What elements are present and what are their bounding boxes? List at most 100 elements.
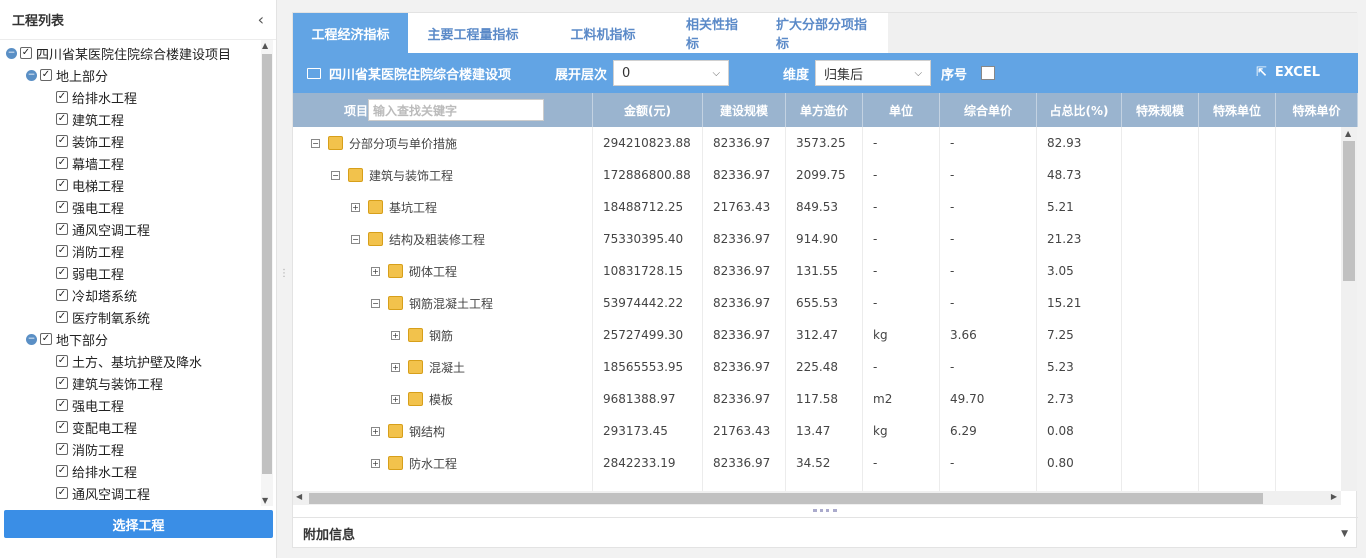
column-header[interactable]: 建设规模 xyxy=(703,93,786,127)
expand-icon[interactable]: + xyxy=(391,330,400,340)
tree-node[interactable]: ✓ 建筑工程 xyxy=(46,108,124,130)
grid-hscroll-thumb[interactable] xyxy=(309,493,1263,504)
tree-node[interactable]: ✓ 给排水工程 xyxy=(46,460,137,482)
grid-vscroll-thumb[interactable] xyxy=(1343,141,1355,281)
tree-scrollbar[interactable]: ▲ ▼ xyxy=(261,40,273,506)
expand-icon[interactable]: + xyxy=(391,394,400,404)
column-header[interactable]: 单位 xyxy=(863,93,940,127)
expand-icon[interactable]: + xyxy=(371,458,380,468)
tree-node[interactable]: ✓ 通风空调工程 xyxy=(46,482,150,504)
panel-splitter[interactable]: ⋮ xyxy=(279,268,289,279)
column-header[interactable]: 特殊规模 xyxy=(1122,93,1199,127)
tab-1[interactable]: 主要工程量指标 xyxy=(408,13,538,53)
tree-node[interactable]: ✓ 建筑与装饰工程 xyxy=(46,372,163,394)
tree-node-checkbox[interactable]: ✓ xyxy=(56,179,68,191)
collapse-icon[interactable]: − xyxy=(311,138,320,148)
tree-node[interactable]: ✓ 医疗制氧系统 xyxy=(46,306,150,328)
column-header[interactable]: 金额(元) xyxy=(593,93,703,127)
tree-node[interactable]: ✓ 装饰工程 xyxy=(46,130,124,152)
tree-node-checkbox[interactable]: ✓ xyxy=(40,333,52,345)
chevron-left-icon[interactable]: ‹ xyxy=(258,10,264,29)
tree-node[interactable]: − ✓ 地上部分 xyxy=(26,64,108,86)
grid-horizontal-scrollbar[interactable]: ◀ ▶ xyxy=(293,491,1341,505)
tree-node-checkbox[interactable]: ✓ xyxy=(56,135,68,147)
table-row[interactable]: − 钢筋混凝土工程 53974442.22 82336.97 655.53- -15.21 xyxy=(293,287,1341,319)
table-row[interactable]: + 模板 9681388.97 82336.97 117.58 m2 49.70 2.73 xyxy=(293,383,1341,415)
select-project-button[interactable]: 选择工程 xyxy=(4,510,273,538)
column-header[interactable]: 综合单价 xyxy=(940,93,1037,127)
extra-info-bar[interactable]: 附加信息 ▼ xyxy=(293,517,1358,549)
scroll-up-icon[interactable]: ▲ xyxy=(262,41,268,50)
tree-toggle-icon[interactable]: − xyxy=(6,47,17,59)
tree-node[interactable]: ✓ 冷却塔系统 xyxy=(46,284,137,306)
tree-node-checkbox[interactable]: ✓ xyxy=(20,47,32,59)
tree-toggle-icon[interactable]: − xyxy=(26,333,37,345)
tree-node[interactable]: ✓ 土方、基坑护壁及降水 xyxy=(46,350,202,372)
table-row[interactable]: + 砌体工程 10831728.15 82336.97 131.55- -3.05 xyxy=(293,255,1341,287)
tree-node-checkbox[interactable]: ✓ xyxy=(56,465,68,477)
tree-node[interactable]: ✓ 强电工程 xyxy=(46,196,124,218)
tree-node-checkbox[interactable]: ✓ xyxy=(56,421,68,433)
tree-node-checkbox[interactable]: ✓ xyxy=(56,113,68,125)
column-header[interactable]: 特殊单价 xyxy=(1276,93,1358,127)
collapse-icon[interactable]: − xyxy=(351,234,360,244)
tree-node-checkbox[interactable]: ✓ xyxy=(56,289,68,301)
scroll-up-icon[interactable]: ▲ xyxy=(1345,129,1351,138)
caret-down-icon[interactable]: ▼ xyxy=(1341,529,1348,539)
table-row[interactable]: + 钢筋 25727499.30 82336.97 312.47 kg 3.66 7.25 xyxy=(293,319,1341,351)
tree-node[interactable]: ✓ 消防工程 xyxy=(46,240,124,262)
tree-toggle-icon[interactable]: − xyxy=(26,69,37,81)
scroll-down-icon[interactable]: ▼ xyxy=(262,496,268,505)
table-row[interactable]: + 基坑工程 18488712.25 21763.43 849.53- -5.21 xyxy=(293,191,1341,223)
tree-node[interactable]: − ✓ 地下部分 xyxy=(26,328,108,350)
collapse-icon[interactable]: − xyxy=(371,298,380,308)
column-header[interactable]: 特殊单位 xyxy=(1199,93,1276,127)
tree-node[interactable]: ✓ 变配电工程 xyxy=(46,416,137,438)
tree-node[interactable]: ✓ 消防工程 xyxy=(46,438,124,460)
tree-node[interactable]: ✓ 通风空调工程 xyxy=(46,218,150,240)
table-row[interactable]: + 混凝土 18565553.95 82336.97 225.48- -5.23 xyxy=(293,351,1341,383)
tree-node[interactable]: ✓ 给排水工程 xyxy=(46,86,137,108)
tree-node-checkbox[interactable]: ✓ xyxy=(56,157,68,169)
tree-node-checkbox[interactable]: ✓ xyxy=(56,377,68,389)
column-header[interactable]: 项目 输入查找关键字 xyxy=(293,93,593,127)
serial-checkbox[interactable] xyxy=(981,66,996,80)
tree-node-checkbox[interactable]: ✓ xyxy=(56,245,68,257)
expand-icon[interactable]: + xyxy=(371,266,380,276)
dimension-select[interactable]: 归集后 ⌵ xyxy=(815,60,932,86)
scroll-right-icon[interactable]: ▶ xyxy=(1331,492,1337,501)
tree-node-checkbox[interactable]: ✓ xyxy=(56,91,68,103)
table-row[interactable]: + 防水工程 2842233.19 82336.97 34.52- -0.80 xyxy=(293,447,1341,479)
tab-0[interactable]: 工程经济指标 xyxy=(293,13,408,53)
tree-node-checkbox[interactable]: ✓ xyxy=(56,311,68,323)
table-row[interactable]: − 结构及粗装修工程 75330395.40 82336.97 914.90- -21.2… xyxy=(293,223,1341,255)
tab-3[interactable]: 相关性指标 xyxy=(668,13,758,53)
tree-node[interactable]: ✓ 幕墙工程 xyxy=(46,152,124,174)
expand-level-select[interactable]: 0 ⌵ xyxy=(613,60,730,86)
tree-node[interactable]: ✓ 强电工程 xyxy=(46,394,124,416)
tree-node-checkbox[interactable]: ✓ xyxy=(56,443,68,455)
tree-node[interactable]: ✓ 电梯工程 xyxy=(46,174,124,196)
expand-icon[interactable]: + xyxy=(371,426,380,436)
tree-node-checkbox[interactable]: ✓ xyxy=(56,267,68,279)
column-header[interactable]: 单方造价 xyxy=(786,93,863,127)
resize-grip[interactable] xyxy=(813,509,837,512)
table-row[interactable] xyxy=(293,479,1341,491)
search-input[interactable]: 输入查找关键字 xyxy=(368,99,544,121)
tree-node-checkbox[interactable]: ✓ xyxy=(56,487,68,499)
collapse-icon[interactable]: − xyxy=(331,170,340,180)
tab-2[interactable]: 工料机指标 xyxy=(538,13,668,53)
tree-node[interactable]: ✓ 弱电工程 xyxy=(46,262,124,284)
scroll-left-icon[interactable]: ◀ xyxy=(296,492,302,501)
grid-vertical-scrollbar[interactable]: ▲ xyxy=(1341,127,1357,491)
tree-node-checkbox[interactable]: ✓ xyxy=(56,223,68,235)
tab-4[interactable]: 扩大分部分项指标 xyxy=(758,13,888,53)
tree-node-checkbox[interactable]: ✓ xyxy=(40,69,52,81)
column-header[interactable]: 占总比(%) xyxy=(1037,93,1122,127)
tree-node[interactable]: − ✓ 四川省某医院住院综合楼建设项目 xyxy=(6,42,231,64)
table-row[interactable]: − 建筑与装饰工程 172886800.88 82336.97 2099.75- -48.… xyxy=(293,159,1341,191)
expand-icon[interactable]: + xyxy=(351,202,360,212)
expand-icon[interactable]: + xyxy=(391,362,400,372)
excel-export-button[interactable]: ⇱ EXCEL xyxy=(1256,65,1320,80)
table-row[interactable]: − 分部分项与单价措施 294210823.88 82336.97 3573.25- -8… xyxy=(293,127,1341,159)
